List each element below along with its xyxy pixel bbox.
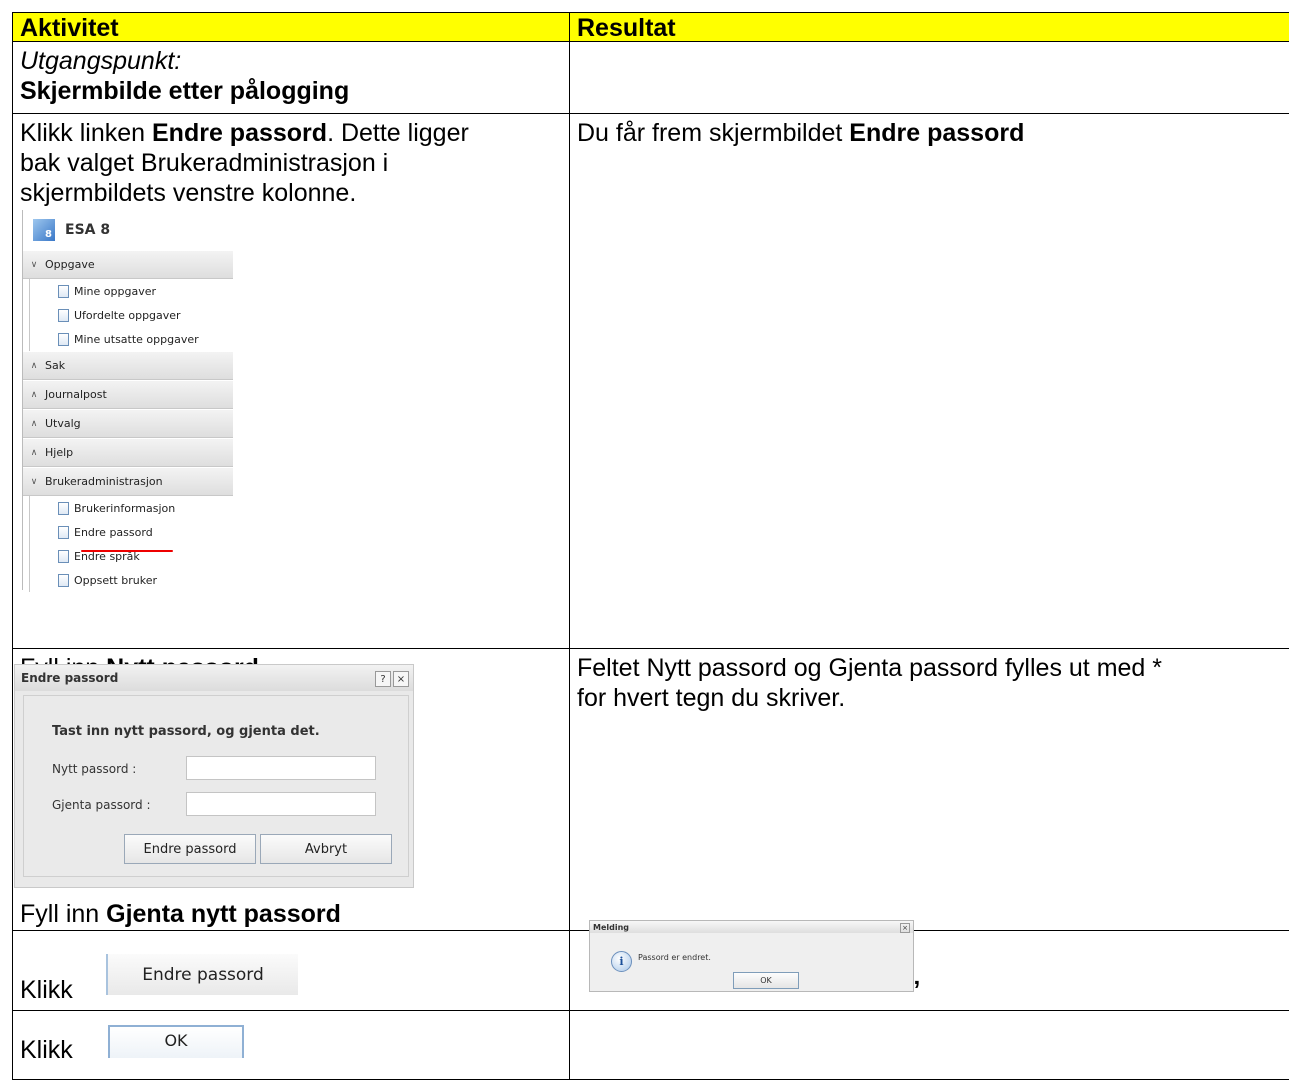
- document-icon: [58, 284, 69, 298]
- chevron-up-icon: ∧: [30, 447, 38, 458]
- nav-item-oppsett-bruker[interactable]: Oppsett bruker: [29, 568, 233, 592]
- section-label: Journalpost: [45, 388, 107, 401]
- document-icon: [58, 549, 69, 563]
- step-text: skjermbildets venstre kolonne.: [20, 179, 357, 207]
- result-cell: Feltet Nytt passord og Gjenta passord fy…: [570, 649, 1289, 930]
- table-row: Utgangspunkt: Skjermbilde etter påloggin…: [12, 41, 1289, 114]
- activity-cell: Klikk: [13, 1011, 570, 1079]
- close-icon[interactable]: ×: [900, 923, 910, 933]
- chevron-up-icon: ∧: [30, 389, 38, 400]
- document-icon: [58, 573, 69, 587]
- change-password-button[interactable]: Endre passord: [124, 834, 256, 864]
- red-underline-annotation: [81, 550, 173, 552]
- text-run: Du får frem skjermbildet: [577, 119, 850, 147]
- header-resultat: Resultat: [577, 14, 676, 42]
- repeat-password-label: Gjenta passord :: [52, 798, 151, 812]
- nav-item-brukerinformasjon[interactable]: Brukerinformasjon: [29, 496, 233, 520]
- nav-section-brukeradministrasjon[interactable]: ∨ Brukeradministrasjon: [23, 467, 233, 496]
- esa-logo-icon: 8: [33, 219, 55, 241]
- header-aktivitet: Aktivitet: [13, 13, 570, 42]
- item-label: Oppsett bruker: [74, 573, 157, 587]
- nav-section-journalpost[interactable]: ∧ Journalpost: [23, 380, 233, 409]
- nav-section-oppgave[interactable]: ∨ Oppgave: [23, 250, 233, 279]
- section-label: Sak: [45, 359, 66, 372]
- starting-point-label: Utgangspunkt:: [20, 47, 182, 75]
- text-run-bold: Endre passord: [849, 119, 1025, 147]
- nav-item-endre-passord[interactable]: Endre passord: [29, 520, 233, 544]
- info-icon: i: [611, 951, 632, 972]
- starting-point-value: Skjermbilde etter pålogging: [20, 77, 350, 105]
- chevron-down-icon: ∨: [30, 259, 38, 270]
- step-text: Klikk linken Endre passord. Dette ligger: [13, 118, 569, 148]
- message-dialog: Melding × i Passord er endret. OK: [589, 920, 914, 992]
- text-run: Klikk linken: [20, 119, 152, 147]
- close-icon[interactable]: ×: [393, 671, 409, 687]
- nav-section-utvalg[interactable]: ∧ Utvalg: [23, 409, 233, 438]
- section-label: Oppgave: [45, 258, 95, 271]
- step-text: Klikk: [20, 1036, 73, 1064]
- document-icon: [58, 308, 69, 322]
- nav-section-sak[interactable]: ∧ Sak: [23, 351, 233, 380]
- nav-item-endre-sprak[interactable]: Endre språk: [29, 544, 233, 568]
- activity-cell: Utgangspunkt: Skjermbilde etter påloggin…: [13, 42, 570, 113]
- message-text: Passord er endret.: [638, 953, 711, 962]
- text-run-bold: Gjenta nytt passord: [106, 900, 341, 928]
- dialog-title: Endre passord: [15, 665, 413, 691]
- esa-brand: 8 ESA 8: [23, 210, 233, 250]
- step-text: Fyll inn Gjenta nytt passord: [13, 899, 341, 929]
- brand-label: ESA 8: [65, 222, 111, 238]
- document-icon: [58, 525, 69, 539]
- help-icon[interactable]: ?: [375, 671, 391, 687]
- change-password-button-image[interactable]: Endre passord: [106, 954, 298, 995]
- new-password-input[interactable]: [186, 756, 376, 780]
- message-title: Melding: [590, 921, 913, 933]
- step-text: bak valget Brukeradministrasjon i: [20, 149, 389, 177]
- chevron-up-icon: ∧: [30, 418, 38, 429]
- cancel-button[interactable]: Avbryt: [260, 834, 392, 864]
- chevron-up-icon: ∧: [30, 360, 38, 371]
- result-text: for hvert tegn du skriver.: [577, 684, 846, 712]
- nav-item-mine-oppgaver[interactable]: Mine oppgaver: [29, 279, 233, 303]
- document-icon: [58, 501, 69, 515]
- nav-item-ufordelte-oppgaver[interactable]: Ufordelte oppgaver: [29, 303, 233, 327]
- result-text: Feltet Nytt passord og Gjenta passord fy…: [577, 654, 1162, 682]
- ok-button[interactable]: OK: [733, 972, 799, 989]
- item-label: Endre passord: [74, 525, 153, 539]
- dialog-instruction: Tast inn nytt passord, og gjenta det.: [52, 724, 320, 739]
- nav-item-mine-utsatte-oppgaver[interactable]: Mine utsatte oppgaver: [29, 327, 233, 351]
- document-icon: [58, 332, 69, 346]
- section-label: Hjelp: [45, 446, 74, 459]
- item-label: Mine oppgaver: [74, 284, 157, 298]
- section-label: Brukeradministrasjon: [45, 475, 163, 488]
- text-run: . Dette ligger: [327, 119, 469, 147]
- chevron-down-icon: ∨: [30, 476, 38, 487]
- esa-sidebar-screenshot: 8 ESA 8 ∨ Oppgave Mine oppgaver Ufordelte…: [22, 210, 233, 592]
- text-run: Fyll inn: [20, 900, 107, 928]
- item-label: Brukerinformasjon: [74, 501, 176, 515]
- text-run-bold: Endre passord: [152, 119, 328, 147]
- table-header-row: Aktivitet Resultat: [12, 12, 1289, 42]
- item-label: Ufordelte oppgaver: [74, 308, 181, 322]
- change-password-dialog: Endre passord ? × Tast inn nytt passord,…: [14, 664, 414, 888]
- nav-section-hjelp[interactable]: ∧ Hjelp: [23, 438, 233, 467]
- ok-button-image[interactable]: OK: [108, 1025, 244, 1058]
- dialog-body: Tast inn nytt passord, og gjenta det. Ny…: [23, 695, 409, 877]
- item-label: Mine utsatte oppgaver: [74, 332, 199, 346]
- step-text: Klikk: [20, 976, 73, 1004]
- repeat-password-input[interactable]: [186, 792, 376, 816]
- result-cell: [570, 1011, 1289, 1079]
- section-label: Utvalg: [45, 417, 81, 430]
- result-text: Du får frem skjermbildet Endre passord: [570, 118, 1289, 148]
- new-password-label: Nytt passord :: [52, 762, 137, 776]
- result-cell: Du får frem skjermbildet Endre passord: [570, 114, 1289, 648]
- result-cell: [570, 42, 1289, 113]
